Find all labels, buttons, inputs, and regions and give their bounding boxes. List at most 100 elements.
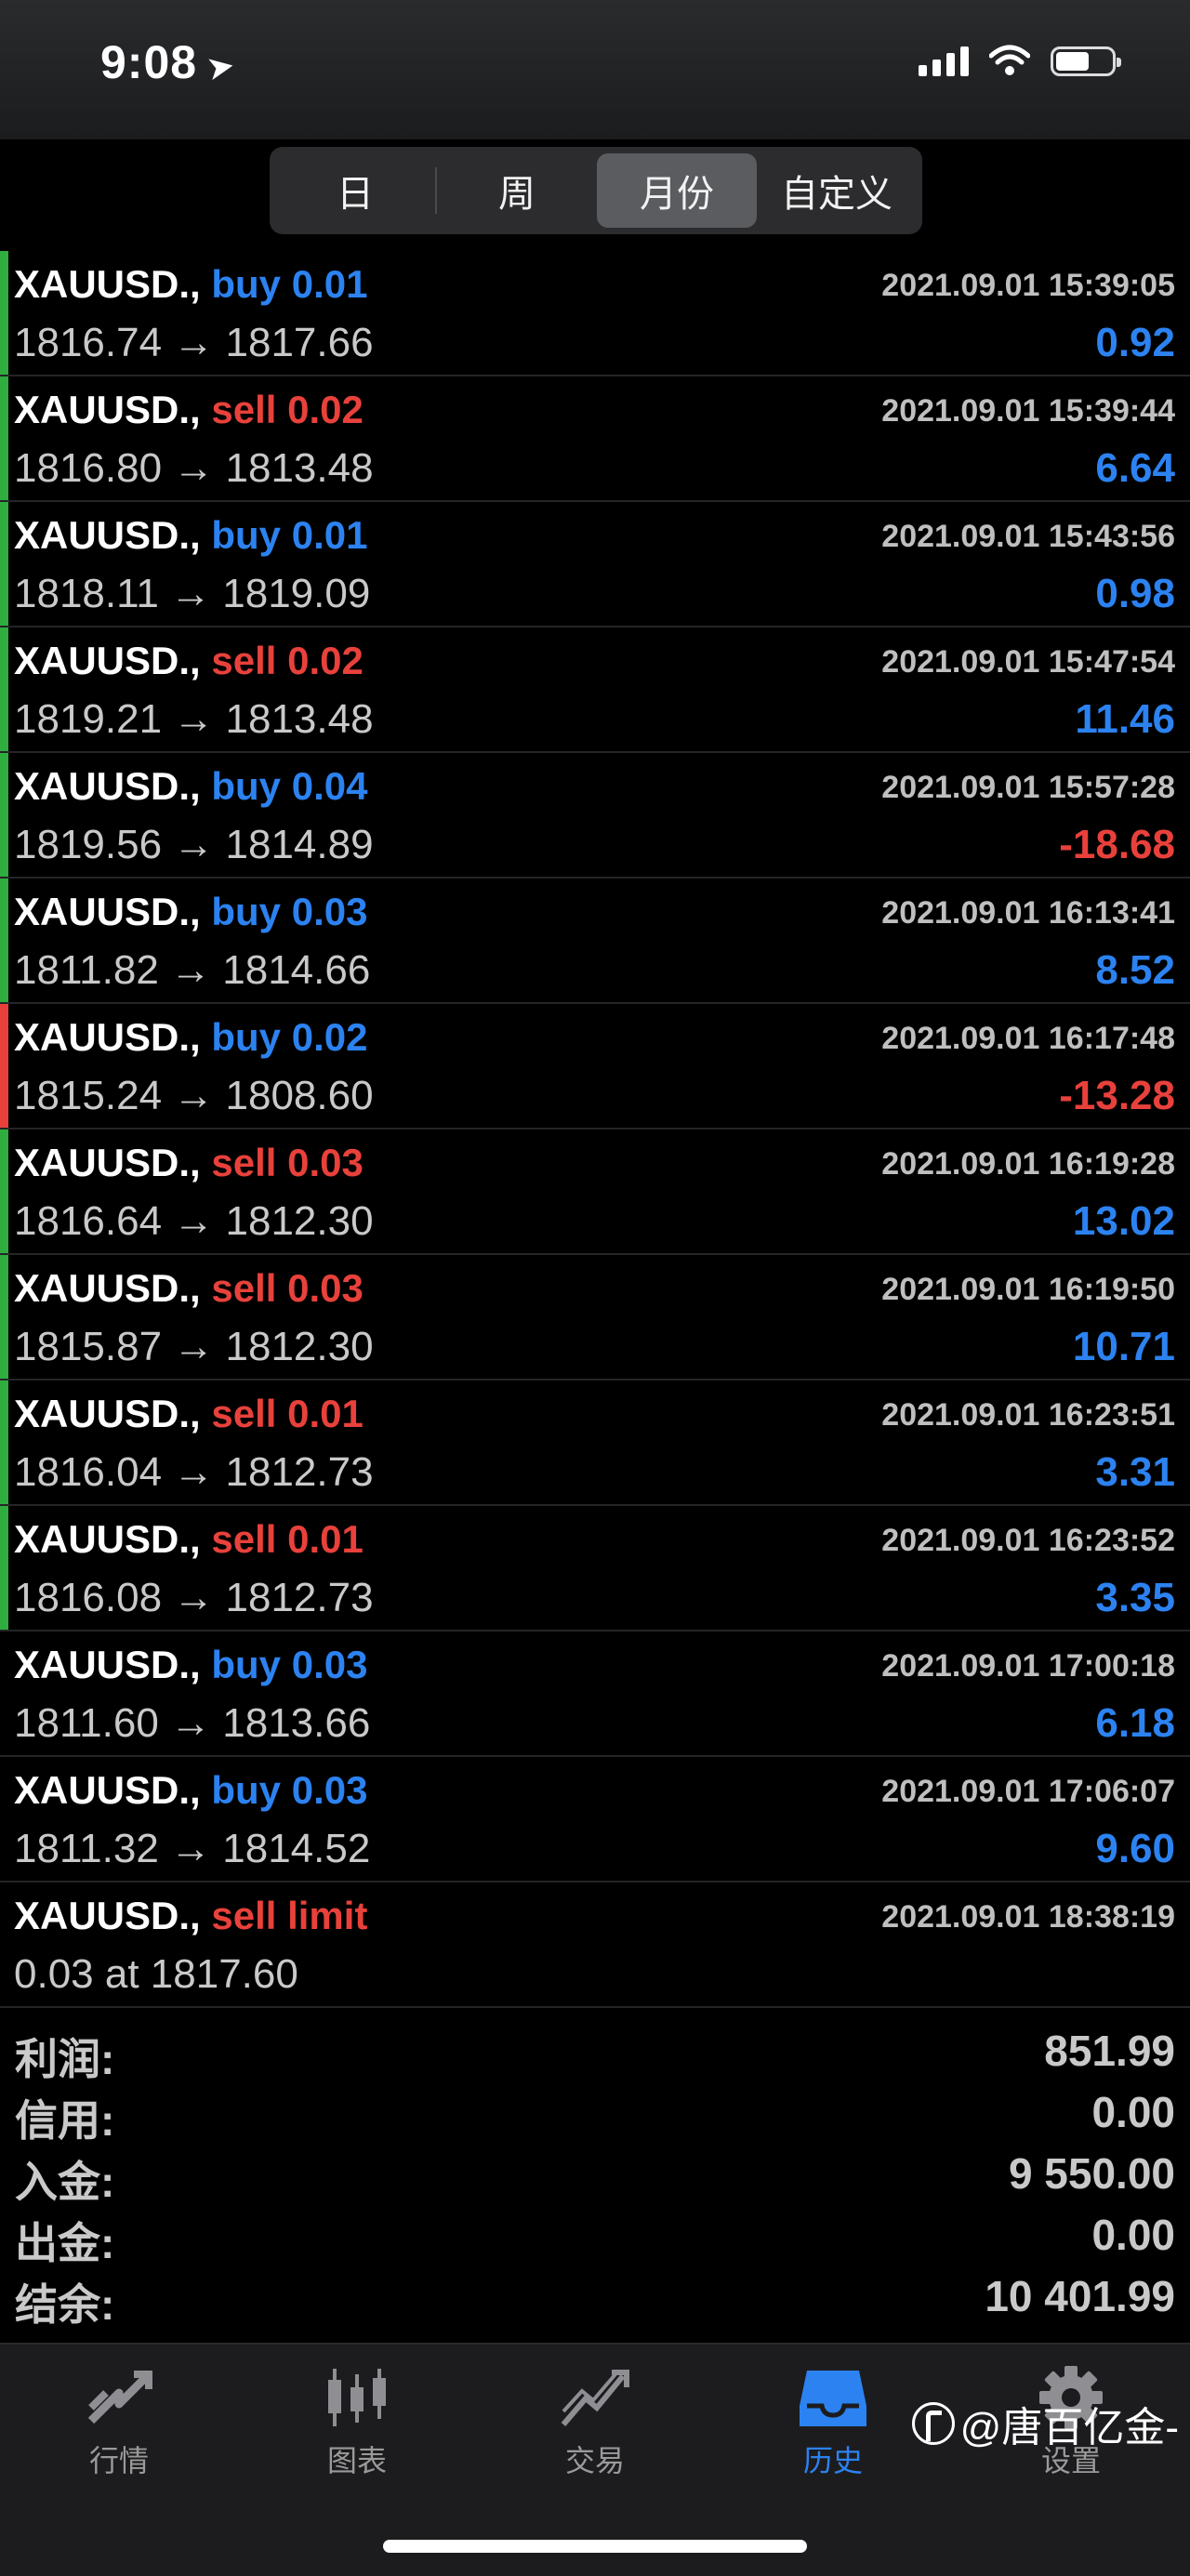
deal-row[interactable]: XAUUSD., buy 0.03 2021.09.01 17:06:07 1811… (0, 1757, 1190, 1882)
deal-side: buy (211, 890, 282, 933)
deal-row[interactable]: XAUUSD., buy 0.01 2021.09.01 15:43:56 1818… (0, 502, 1190, 627)
deal-row[interactable]: XAUUSD., buy 0.04 2021.09.01 15:57:28 1819… (0, 753, 1190, 878)
deal-title: XAUUSD., buy 0.04 (14, 764, 367, 809)
tab-history[interactable]: 历史 (740, 2365, 926, 2480)
watermark-logo-icon (911, 2402, 955, 2445)
deal-row[interactable]: XAUUSD., buy 0.03 2021.09.01 16:13:41 1811… (0, 878, 1190, 1004)
deal-row[interactable]: XAUUSD., sell 0.02 2021.09.01 15:47:54 181… (0, 627, 1190, 753)
order-time: 2021.09.01 18:38:19 (881, 1899, 1175, 1935)
deal-prices: 1811.60 → 1813.66 (14, 1700, 370, 1747)
deal-volume: 0.02 (287, 639, 364, 682)
sl-tp-indicator-bar (0, 251, 8, 375)
order-row[interactable]: XAUUSD., sell limit 2021.09.01 18:38:19 0.… (0, 1882, 1190, 2008)
arrow-right-icon: → (162, 1449, 226, 1495)
deal-row[interactable]: XAUUSD., buy 0.02 2021.09.01 16:17:48 1815… (0, 1004, 1190, 1129)
open-price: 1819.56 (14, 822, 163, 867)
deal-side: buy (211, 262, 282, 306)
deal-time: 2021.09.01 15:47:54 (881, 644, 1175, 680)
summary-value: 851.99 (1044, 2027, 1175, 2075)
arrow-right-icon: → (158, 947, 223, 993)
deal-prices: 1811.32 → 1814.52 (14, 1826, 370, 1872)
tab-charts[interactable]: 图表 (264, 2365, 450, 2480)
close-price: 1814.89 (225, 822, 374, 867)
close-price: 1813.66 (222, 1700, 371, 1746)
summary-value: 0.00 (1091, 2088, 1175, 2136)
tab-bar: 行情 图表 交易 历史 设置 (0, 2343, 1190, 2576)
order-detail: 0.03 at 1817.60 (14, 1951, 298, 1997)
close-price: 1814.66 (222, 947, 371, 993)
deal-time: 2021.09.01 16:23:52 (881, 1523, 1175, 1558)
deal-symbol: XAUUSD., (14, 1768, 201, 1812)
arrow-right-icon: → (162, 1073, 226, 1118)
deal-time: 2021.09.01 16:19:50 (881, 1272, 1175, 1307)
deal-row[interactable]: XAUUSD., sell 0.01 2021.09.01 16:23:51 181… (0, 1380, 1190, 1506)
deal-prices: 1816.04 → 1812.73 (14, 1449, 374, 1496)
deal-prices: 1816.08 → 1812.73 (14, 1575, 374, 1621)
arrow-right-icon: → (158, 571, 223, 616)
summary-label: 结余: (15, 2280, 115, 2329)
deal-volume: 0.01 (287, 1517, 364, 1561)
deal-row[interactable]: XAUUSD., buy 0.01 2021.09.01 15:39:05 1816… (0, 251, 1190, 376)
segment-week[interactable]: 周 (437, 153, 597, 228)
deal-row[interactable]: XAUUSD., sell 0.02 2021.09.01 15:39:44 181… (0, 376, 1190, 502)
close-price: 1812.73 (225, 1449, 374, 1495)
wifi-icon (989, 45, 1030, 75)
close-price: 1819.09 (222, 571, 371, 616)
deal-profit: -18.68 (1059, 822, 1175, 867)
deal-volume: 0.01 (291, 262, 368, 306)
period-segmented-control: 日 周 月份 自定义 (270, 147, 922, 234)
deal-side: sell (211, 1141, 277, 1184)
segment-day[interactable]: 日 (275, 153, 435, 228)
tab-label: 历史 (802, 2444, 863, 2477)
deal-profit: 6.18 (1095, 1700, 1175, 1746)
home-indicator[interactable] (383, 2540, 807, 2553)
deal-time: 2021.09.01 16:13:41 (881, 895, 1175, 931)
deal-prices: 1816.74 → 1817.66 (14, 320, 374, 366)
deal-title: XAUUSD., buy 0.01 (14, 513, 367, 558)
deal-symbol: XAUUSD., (14, 1015, 201, 1059)
deal-symbol: XAUUSD., (14, 1141, 201, 1184)
close-price: 1812.30 (225, 1198, 374, 1244)
sl-tp-indicator-bar (0, 376, 8, 500)
deal-side: sell (211, 1517, 277, 1561)
tab-trade[interactable]: 交易 (502, 2365, 688, 2480)
deal-profit: 11.46 (1075, 696, 1175, 742)
battery-icon (1051, 46, 1121, 76)
status-bar: 9:08 ➤ (0, 0, 1190, 139)
deal-time: 2021.09.01 17:06:07 (881, 1774, 1175, 1809)
deal-profit: 3.31 (1095, 1449, 1175, 1495)
deal-symbol: XAUUSD., (14, 890, 201, 933)
order-symbol: XAUUSD., (14, 1894, 201, 1937)
sl-tp-indicator-bar (0, 753, 8, 877)
deal-profit: 0.98 (1095, 571, 1175, 616)
close-price: 1812.30 (225, 1324, 374, 1369)
deal-row[interactable]: XAUUSD., buy 0.03 2021.09.01 17:00:18 1811… (0, 1631, 1190, 1757)
segment-month[interactable]: 月份 (597, 153, 757, 228)
deal-prices: 1815.24 → 1808.60 (14, 1073, 374, 1119)
open-price: 1819.21 (14, 696, 163, 742)
summary-row: 出金: 0.00 (0, 2206, 1190, 2267)
arrow-right-icon: → (162, 822, 226, 867)
segment-custom[interactable]: 自定义 (757, 153, 917, 228)
tab-label: 交易 (564, 2444, 625, 2477)
sl-tp-indicator-bar (0, 627, 8, 751)
deal-row[interactable]: XAUUSD., sell 0.03 2021.09.01 16:19:28 181… (0, 1129, 1190, 1255)
tab-quotes[interactable]: 行情 (26, 2365, 212, 2480)
sl-tp-indicator-bar (0, 1255, 8, 1379)
trade-chart-icon (561, 2370, 629, 2426)
deal-row[interactable]: XAUUSD., sell 0.03 2021.09.01 16:19:50 181… (0, 1255, 1190, 1380)
open-price: 1811.32 (14, 1826, 159, 1871)
sl-tp-indicator-bar (0, 1380, 8, 1504)
open-price: 1816.74 (14, 320, 163, 365)
close-price: 1812.73 (225, 1575, 374, 1620)
deal-volume: 0.01 (291, 513, 368, 557)
deal-row[interactable]: XAUUSD., sell 0.01 2021.09.01 16:23:52 181… (0, 1506, 1190, 1631)
deal-time: 2021.09.01 15:57:28 (881, 770, 1175, 805)
watermark: @唐百亿金- (911, 2394, 1179, 2453)
deal-profit: 13.02 (1072, 1198, 1175, 1244)
open-price: 1816.80 (14, 445, 163, 491)
deal-side: sell (211, 639, 277, 682)
account-summary: 利润: 851.99 信用: 0.00 入金: 9 550.00 出金: 0.00 结余: 10 … (0, 2022, 1190, 2329)
deal-symbol: XAUUSD., (14, 388, 201, 431)
deal-time: 2021.09.01 15:43:56 (881, 519, 1175, 554)
